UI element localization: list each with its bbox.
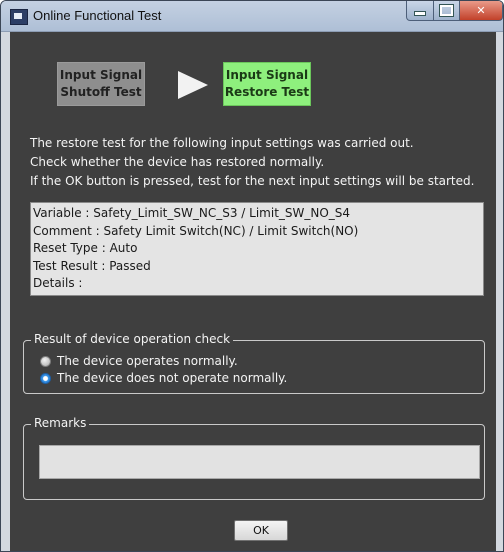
radio-does-not-operate-label: The device does not operate normally. [57, 371, 288, 385]
step-arrow-icon [178, 71, 208, 99]
ok-button[interactable]: OK [234, 520, 288, 541]
remarks-label: Remarks [31, 416, 90, 430]
window-title: Online Functional Test [33, 8, 162, 23]
shutoff-step-line1: Input Signal [59, 68, 143, 82]
online-functional-test-window: Online Functional Test ✕ Input Signal Shu… [0, 0, 504, 552]
detail-test-result: Test Result : Passed [33, 258, 151, 273]
radio-unselected-icon[interactable] [40, 355, 51, 367]
detail-reset-type: Reset Type : Auto [33, 241, 138, 255]
radio-operates-normally-label: The device operates normally. [57, 354, 238, 368]
shutoff-step-line2: Shutoff Test [60, 85, 142, 99]
input-settings-details: Variable : Safety_Limit_SW_NC_S3 / Limit… [30, 202, 484, 296]
detail-variable: Variable : Safety_Limit_SW_NC_S3 / Limit… [33, 206, 351, 220]
message-line-2: Check whether the device has restored no… [30, 155, 325, 169]
radio-does-not-operate[interactable]: The device does not operate normally. [40, 371, 287, 385]
detail-details: Details : [33, 276, 83, 290]
remarks-input[interactable] [39, 445, 480, 479]
minimize-button[interactable] [406, 1, 434, 21]
restore-test-step: Input Signal Restore Test [223, 62, 311, 106]
detail-comment: Comment : Safety Limit Switch(NC) / Limi… [33, 223, 359, 238]
close-button[interactable]: ✕ [459, 1, 503, 21]
restore-step-line2: Restore Test [224, 85, 310, 99]
app-icon [10, 9, 28, 25]
close-icon: ✕ [476, 4, 486, 17]
device-check-label: Result of device operation check [31, 332, 234, 346]
maximize-button[interactable] [433, 1, 460, 21]
message-line-3: If the OK button is pressed, test for th… [30, 174, 475, 188]
radio-selected-icon[interactable] [40, 372, 51, 384]
dialog-body: Input Signal Shutoff Test Input Signal Res… [10, 32, 496, 551]
shutoff-test-step: Input Signal Shutoff Test [57, 62, 145, 106]
restore-step-line1: Input Signal [225, 68, 309, 82]
radio-operates-normally[interactable]: The device operates normally. [40, 354, 238, 368]
maximize-icon [439, 4, 454, 17]
minimize-icon [414, 11, 426, 16]
message-line-1: The restore test for the following input… [30, 136, 414, 150]
